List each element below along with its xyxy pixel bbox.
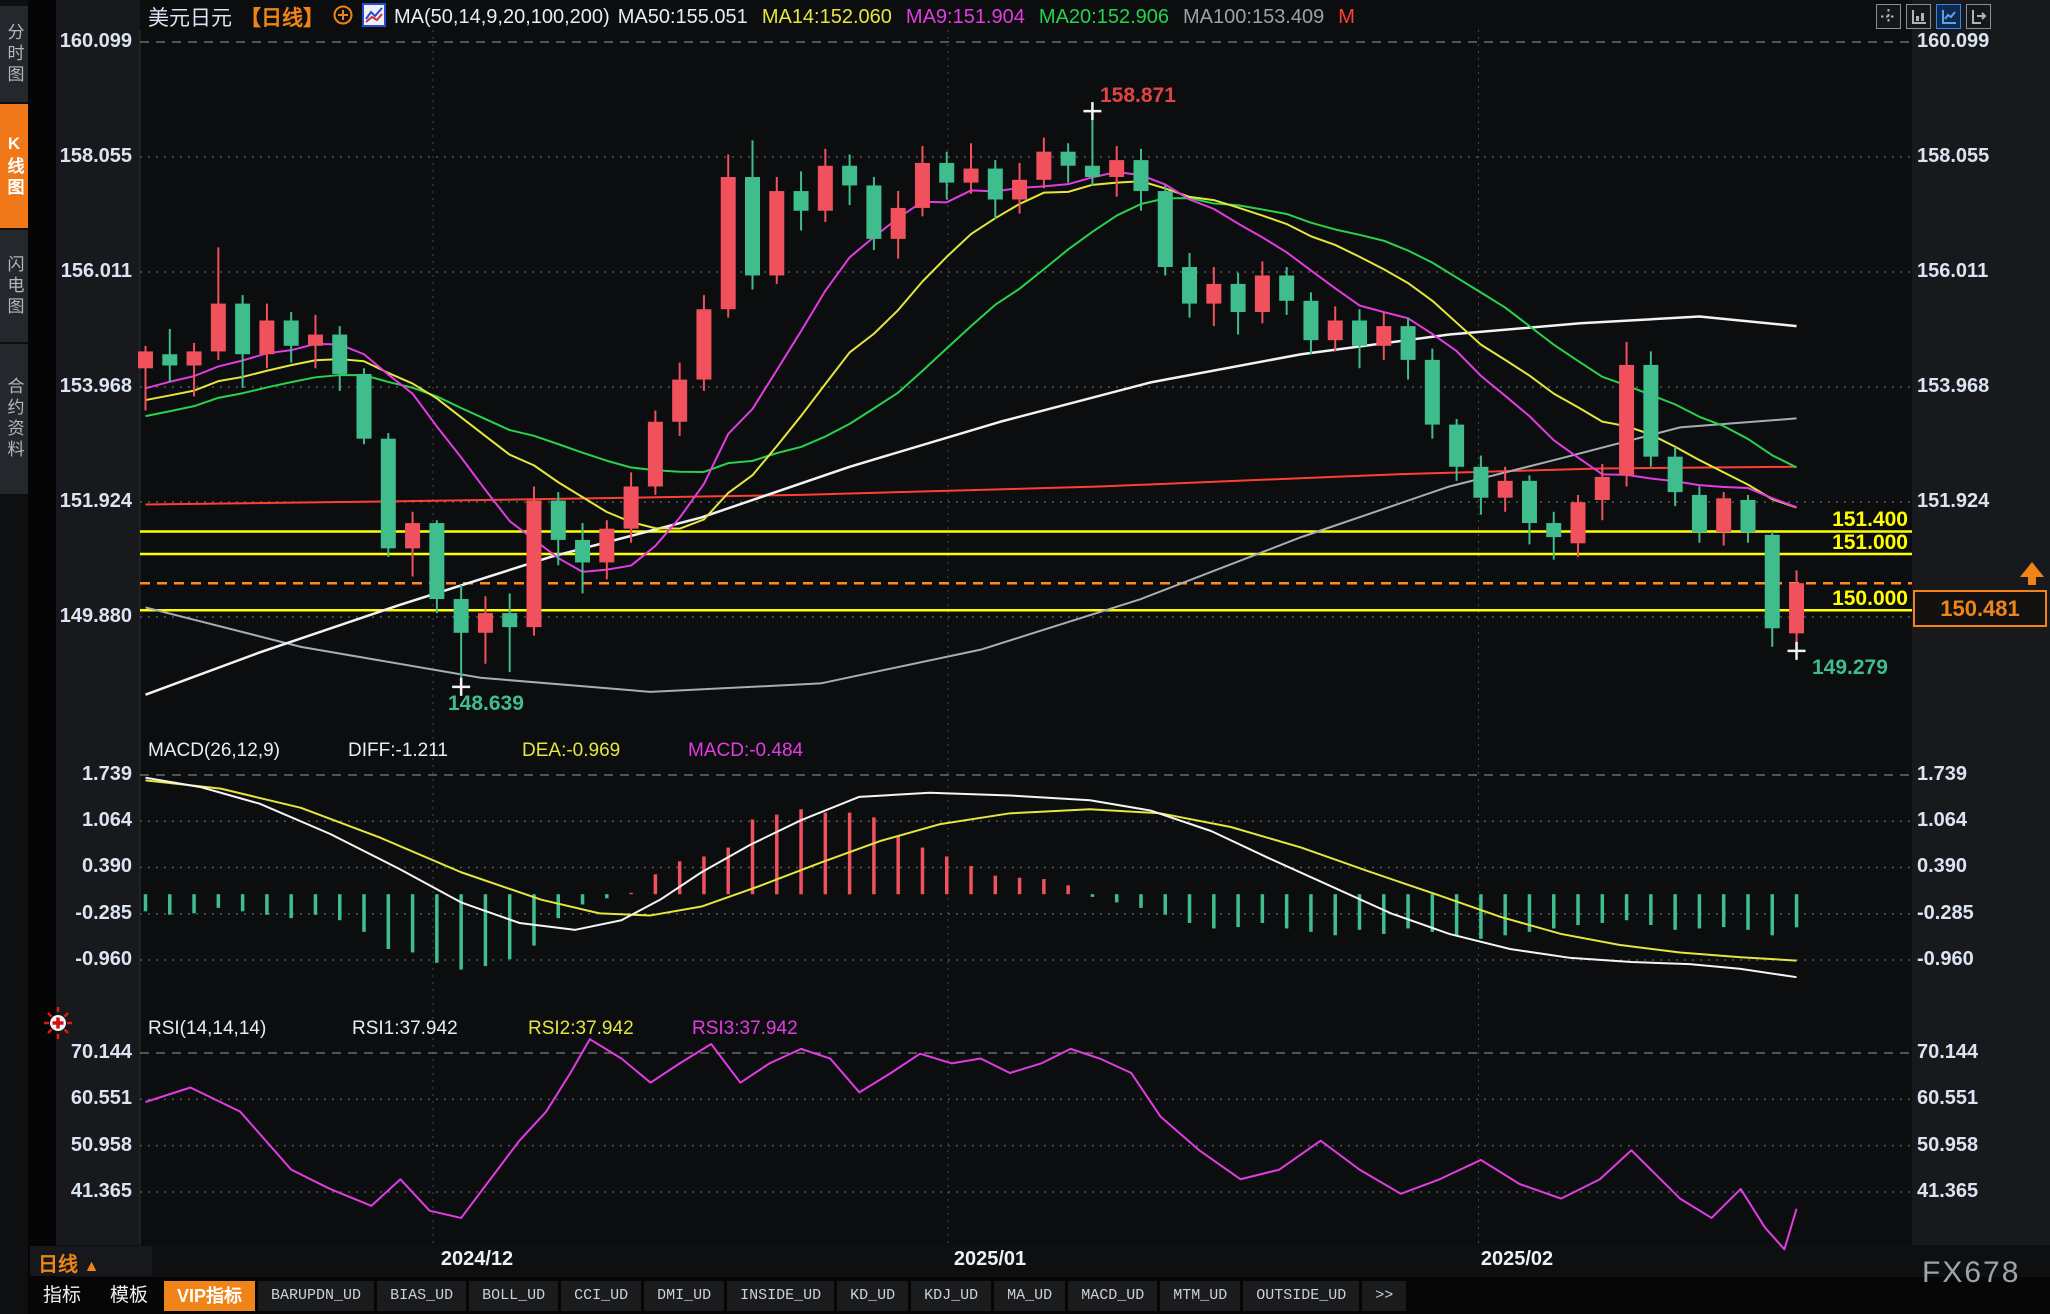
brand-watermark: FX678 — [1922, 1256, 2020, 1290]
bar-chart-icon[interactable] — [1906, 4, 1931, 29]
date-label-dec: 2024/12 — [407, 1248, 547, 1271]
period-selector[interactable]: 日线 ▲ — [38, 1248, 99, 1277]
indicator-tab-cci_ud[interactable]: CCI_UD — [561, 1281, 641, 1311]
level-label-151400: 151.400 — [1768, 508, 1908, 532]
sidebar-item-timeline-chart[interactable]: 分时图 — [0, 6, 28, 102]
price-axis-label: 153.968 — [40, 375, 132, 398]
price-axis-label: 1.739 — [40, 763, 132, 786]
low-price-annotation: 148.639 — [448, 692, 524, 716]
price-axis-label: 60.551 — [1917, 1087, 2009, 1110]
rsi3-value: RSI3:37.942 — [692, 1018, 798, 1040]
price-axis-label: 41.365 — [40, 1180, 132, 1203]
ma-value-label: M — [1338, 6, 1355, 28]
price-axis-label: -0.960 — [1917, 948, 2009, 971]
chart-canvas[interactable] — [0, 0, 2050, 1314]
price-axis-label: 70.144 — [1917, 1041, 2009, 1064]
price-axis-label: -0.960 — [40, 948, 132, 971]
high-price-annotation: 158.871 — [1100, 84, 1176, 108]
ma-values: MA50:155.051 MA14:152.060 MA9:151.904 MA20:… — [618, 6, 1369, 29]
price-axis-label: 149.880 — [40, 605, 132, 628]
price-axis-label: 0.390 — [1917, 855, 2009, 878]
chart-app-window: 分时图 K线图 闪电图 合约资料 美元日元 【日线】 MA(50,14,9,20… — [0, 0, 2050, 1314]
period-selector-label: 日线 — [38, 1254, 78, 1276]
sidebar-item-contract-info[interactable]: 合约资料 — [0, 344, 28, 494]
indicator-tab-指标[interactable]: 指标 — [30, 1281, 94, 1311]
price-alert-arrow-icon — [2020, 562, 2044, 577]
macd-title: MACD(26,12,9) — [148, 740, 280, 762]
ma-value-label: MA100:153.409 — [1183, 6, 1324, 28]
exit-chart-icon[interactable] — [1966, 4, 1991, 29]
price-axis-label: 153.968 — [1917, 375, 2009, 398]
price-axis-label: 156.011 — [40, 260, 132, 283]
line-chart-icon[interactable] — [1936, 4, 1961, 29]
price-axis-label: 151.924 — [40, 490, 132, 513]
indicator-tab-barupdn_ud[interactable]: BARUPDN_UD — [258, 1281, 374, 1311]
macd-value: MACD:-0.484 — [688, 740, 803, 762]
ma-value-label: MA20:152.906 — [1039, 6, 1169, 28]
price-alert-arrow-base — [2028, 577, 2036, 585]
ma-value-label: MA14:152.060 — [762, 6, 892, 28]
ma-value-label: MA9:151.904 — [906, 6, 1025, 28]
indicator-tab-vip指标[interactable]: VIP指标 — [164, 1281, 255, 1311]
price-axis-label: 158.055 — [1917, 145, 2009, 168]
price-axis-label: -0.285 — [40, 902, 132, 925]
indicator-tab-kdj_ud[interactable]: KDJ_UD — [911, 1281, 991, 1311]
price-axis-label: 160.099 — [1917, 30, 2009, 53]
indicator-tab-boll_ud[interactable]: BOLL_UD — [469, 1281, 558, 1311]
macd-diff-value: DIFF:-1.211 — [348, 740, 448, 762]
date-label-jan: 2025/01 — [920, 1248, 1060, 1271]
price-axis-label: 1.739 — [1917, 763, 2009, 786]
price-axis-label: -0.285 — [1917, 902, 2009, 925]
chart-header: 美元日元 【日线】 MA(50,14,9,20,100,200) MA50:15… — [148, 4, 1369, 30]
price-axis-label: 158.055 — [40, 145, 132, 168]
symbol-name[interactable]: 美元日元 — [148, 2, 232, 32]
price-axis-label: 151.924 — [1917, 490, 2009, 513]
indicator-tab-mtm_ud[interactable]: MTM_UD — [1160, 1281, 1240, 1311]
indicator-tab-ma_ud[interactable]: MA_UD — [994, 1281, 1065, 1311]
price-axis-label: 41.365 — [1917, 1180, 2009, 1203]
ma-value-label: MA50:155.051 — [618, 6, 748, 28]
macd-dea-value: DEA:-0.969 — [522, 740, 620, 762]
current-price-box: 150.481 — [1913, 590, 2047, 627]
indicator-tab-macd_ud[interactable]: MACD_UD — [1068, 1281, 1157, 1311]
rsi-title: RSI(14,14,14) — [148, 1018, 266, 1040]
price-axis-label: 60.551 — [40, 1087, 132, 1110]
level-label-150000: 150.000 — [1768, 587, 1908, 611]
sidebar-item-kline-chart[interactable]: K线图 — [0, 104, 28, 228]
rsi1-value: RSI1:37.942 — [352, 1018, 458, 1040]
price-axis-label: 1.064 — [1917, 809, 2009, 832]
sidebar-item-lightning-chart[interactable]: 闪电图 — [0, 230, 28, 342]
left-sidebar: 分时图 K线图 闪电图 合约资料 — [0, 0, 28, 1314]
price-axis-label: 160.099 — [40, 30, 132, 53]
indicator-tab-outside_ud[interactable]: OUTSIDE_UD — [1243, 1281, 1359, 1311]
period-tag[interactable]: 【日线】 — [240, 2, 324, 32]
indicator-tab-模板[interactable]: 模板 — [97, 1281, 161, 1311]
indicator-tab-bias_ud[interactable]: BIAS_UD — [377, 1281, 466, 1311]
indicator-tab-kd_ud[interactable]: KD_UD — [837, 1281, 908, 1311]
target-marker-icon[interactable] — [42, 1006, 74, 1045]
indicator-tab->>[interactable]: >> — [1362, 1281, 1406, 1311]
recent-low-annotation: 149.279 — [1812, 656, 1888, 680]
level-label-151000: 151.000 — [1768, 531, 1908, 555]
price-axis-label: 156.011 — [1917, 260, 2009, 283]
price-axis-label: 0.390 — [40, 855, 132, 878]
ma-group-label: MA(50,14,9,20,100,200) — [394, 6, 610, 29]
triangle-up-icon: ▲ — [84, 1258, 100, 1275]
chart-type-icon[interactable] — [362, 3, 386, 32]
price-axis-label: 50.958 — [40, 1134, 132, 1157]
date-label-feb: 2025/02 — [1447, 1248, 1587, 1271]
indicator-tab-inside_ud[interactable]: INSIDE_UD — [727, 1281, 834, 1311]
add-indicator-icon[interactable] — [332, 4, 354, 31]
price-axis-label: 50.958 — [1917, 1134, 2009, 1157]
rsi2-value: RSI2:37.942 — [528, 1018, 634, 1040]
price-axis-label: 1.064 — [40, 809, 132, 832]
crosshair-move-icon[interactable] — [1876, 4, 1901, 29]
chart-toolbar — [1876, 4, 1991, 29]
indicator-tab-dmi_ud[interactable]: DMI_UD — [644, 1281, 724, 1311]
indicator-tab-bar: 指标模板VIP指标BARUPDN_UDBIAS_UDBOLL_UDCCI_UDD… — [30, 1280, 1406, 1312]
